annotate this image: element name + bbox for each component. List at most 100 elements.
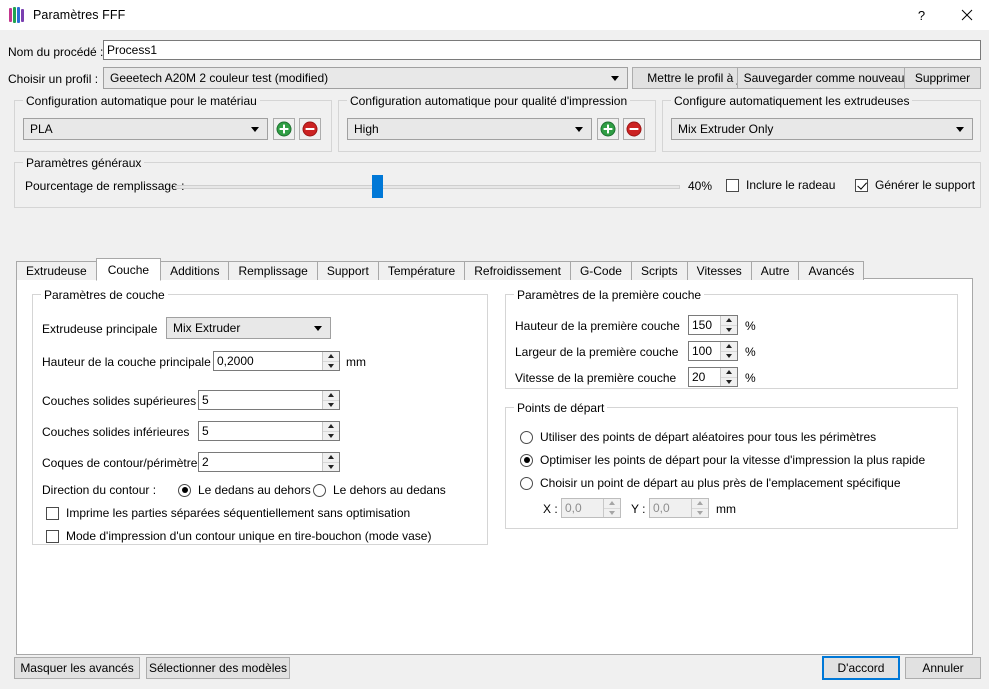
start-specific-label: Choisir un point de départ au plus près … [540, 476, 901, 490]
spinner-arrows[interactable] [691, 499, 708, 517]
first-layer-height-value: 150 [692, 318, 713, 332]
checkbox-box [726, 178, 739, 192]
auto-config-material-legend: Configuration automatique pour le matéri… [23, 94, 260, 108]
profile-label: Choisir un profil : [8, 72, 99, 86]
primary-layer-height-value: 0,2000 [217, 354, 254, 368]
tab-label: Additions [170, 264, 220, 278]
infill-slider-thumb[interactable] [372, 175, 383, 198]
process-name-input[interactable]: Process1 [103, 40, 981, 60]
spinner-up[interactable] [323, 391, 339, 401]
tab-refroidissement[interactable]: Refroidissement [464, 261, 571, 280]
tab-avanc-s[interactable]: Avancés [798, 261, 865, 280]
spinner-up[interactable] [323, 453, 339, 463]
spinner-up[interactable] [692, 499, 708, 509]
first-layer-speed-value: 20 [692, 370, 706, 384]
start-optimize-label: Optimiser les points de départ pour la v… [540, 453, 926, 467]
settings-tabs[interactable]: Extrudeuse Couche Additions Remplissage Supp… [16, 258, 865, 281]
help-button[interactable]: ? [899, 0, 944, 30]
spinner-up[interactable] [323, 422, 339, 432]
spinner-down[interactable] [323, 463, 339, 472]
perimeter-shells-label: Coques de contour/périmètre [42, 456, 198, 470]
spinner-up[interactable] [604, 499, 620, 509]
tab-extrudeuse[interactable]: Extrudeuse [16, 261, 97, 280]
spinner-arrows[interactable] [322, 391, 339, 409]
spinner-arrows[interactable] [720, 368, 737, 386]
bottom-solid-layers-label: Couches solides inférieures [42, 425, 190, 439]
tab-support[interactable]: Support [316, 261, 379, 280]
first-layer-height-input[interactable]: 150 [688, 315, 738, 335]
primary-layer-height-input[interactable]: 0,2000 [213, 351, 340, 371]
spinner-down[interactable] [323, 432, 339, 441]
extruders-select[interactable]: Mix Extruder Only [671, 118, 973, 140]
remove-material-button[interactable] [299, 118, 321, 140]
auto-config-extruders-group: Configure automatiquement les extrudeuse… [662, 94, 981, 152]
tab-additions[interactable]: Additions [160, 261, 230, 280]
chevron-down-icon [575, 126, 583, 132]
infill-slider[interactable] [175, 175, 680, 198]
spinner-down[interactable] [323, 362, 339, 371]
spinner-down[interactable] [323, 401, 339, 410]
spinner-arrows[interactable] [720, 316, 737, 334]
top-solid-layers-input[interactable]: 5 [198, 390, 340, 410]
radio-circle [520, 476, 533, 490]
add-quality-button[interactable] [597, 118, 619, 140]
add-material-button[interactable] [273, 118, 295, 140]
spinner-up[interactable] [721, 316, 737, 326]
plus-circle-green-icon [276, 121, 292, 137]
remove-quality-button[interactable] [623, 118, 645, 140]
material-select[interactable]: PLA [23, 118, 268, 140]
spinner-arrows[interactable] [322, 352, 339, 370]
tab-scripts[interactable]: Scripts [630, 261, 688, 280]
spinner-down[interactable] [604, 509, 620, 518]
bottom-solid-layers-input[interactable]: 5 [198, 421, 340, 441]
tab-vitesses[interactable]: Vitesses [686, 261, 752, 280]
profile-select[interactable]: Geeetech A20M 2 couleur test (modified) [103, 67, 628, 89]
spinner-arrows[interactable] [322, 453, 339, 471]
spinner-down[interactable] [721, 326, 737, 335]
tab-couche[interactable]: Couche [95, 258, 162, 281]
select-models-button[interactable]: Sélectionner des modèles [146, 657, 290, 679]
spinner-down[interactable] [721, 378, 737, 387]
spinner-down[interactable] [692, 509, 708, 518]
tab-panel-couche: Paramètres de couche Extrudeuse principa… [16, 278, 973, 655]
caret-up-icon [609, 501, 615, 506]
top-solid-layers-label: Couches solides supérieures [42, 394, 197, 408]
spinner-arrows[interactable] [720, 342, 737, 360]
cancel-button[interactable]: Annuler [905, 657, 981, 679]
sequential-print-checkbox[interactable]: Imprime les parties séparées séquentiell… [46, 504, 410, 522]
first-layer-speed-input[interactable]: 20 [688, 367, 738, 387]
spinner-arrows[interactable] [603, 499, 620, 517]
quality-select[interactable]: High [347, 118, 592, 140]
save-as-new-button[interactable]: Sauvegarder comme nouveau [737, 67, 911, 89]
outline-outside-in-radio[interactable]: Le dehors au dedans [313, 481, 446, 499]
ok-button[interactable]: D'accord [822, 656, 900, 680]
close-button[interactable] [944, 0, 989, 30]
tab-g-code[interactable]: G-Code [569, 261, 632, 280]
first-layer-height-label: Hauteur de la première couche [515, 319, 680, 333]
tab-temp-rature[interactable]: Température [377, 261, 466, 280]
start-x-input[interactable]: 0,0 [561, 498, 621, 518]
spinner-up[interactable] [721, 368, 737, 378]
caret-down-icon [328, 402, 334, 407]
spinner-down[interactable] [721, 352, 737, 361]
start-y-input[interactable]: 0,0 [649, 498, 709, 518]
first-layer-width-input[interactable]: 100 [688, 341, 738, 361]
spinner-up[interactable] [721, 342, 737, 352]
start-x-label: X : [543, 502, 558, 516]
hide-advanced-button[interactable]: Masquer les avancés [14, 657, 140, 679]
generate-support-checkbox[interactable]: Générer le support [855, 178, 975, 192]
spinner-up[interactable] [323, 352, 339, 362]
perimeter-shells-input[interactable]: 2 [198, 452, 340, 472]
vase-mode-checkbox[interactable]: Mode d'impression d'un contour unique en… [46, 527, 431, 545]
spinner-arrows[interactable] [322, 422, 339, 440]
tab-remplissage[interactable]: Remplissage [228, 261, 318, 280]
start-optimize-radio[interactable]: Optimiser les points de départ pour la v… [520, 451, 925, 469]
start-random-radio[interactable]: Utiliser des points de départ aléatoires… [520, 428, 876, 446]
primary-extruder-select[interactable]: Mix Extruder [166, 317, 331, 339]
include-raft-checkbox[interactable]: Inclure le radeau [726, 178, 835, 192]
outline-inside-out-radio[interactable]: Le dedans au dehors [178, 481, 311, 499]
delete-profile-button[interactable]: Supprimer [904, 67, 981, 89]
primary-extruder-value: Mix Extruder [173, 321, 241, 335]
start-specific-radio[interactable]: Choisir un point de départ au plus près … [520, 474, 901, 492]
tab-autre[interactable]: Autre [750, 261, 800, 280]
